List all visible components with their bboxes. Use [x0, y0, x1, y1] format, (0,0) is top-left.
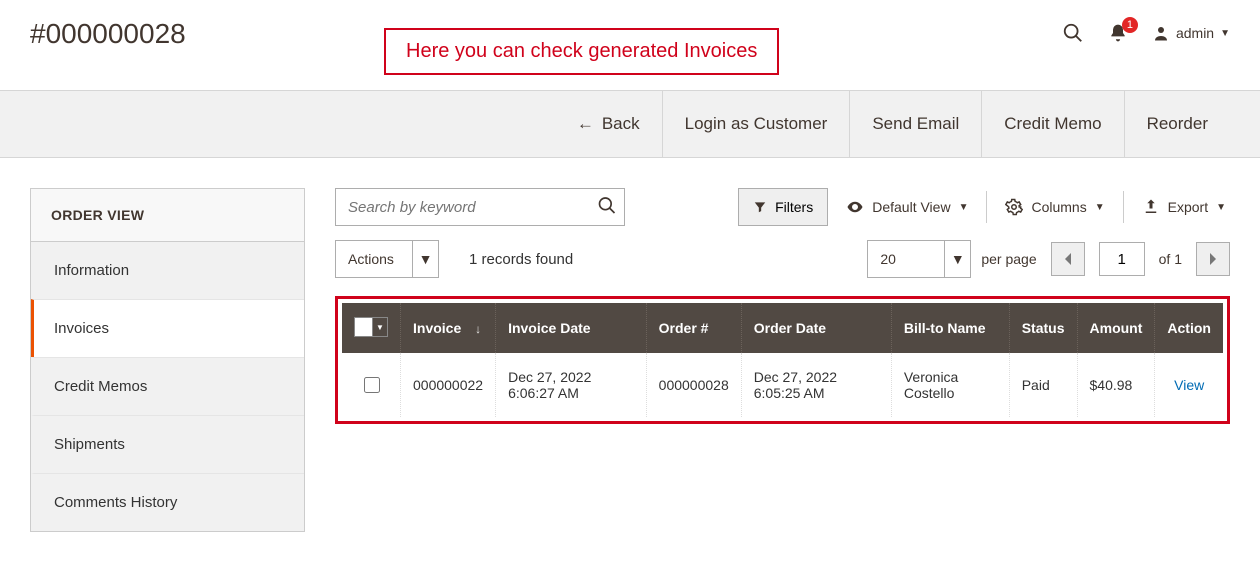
export-label: Export	[1168, 199, 1208, 215]
cell-order-date: Dec 27, 2022 6:05:25 AM	[741, 353, 891, 417]
cell-invoice: 000000022	[401, 353, 496, 417]
sidebar-item-comments-history[interactable]: Comments History	[31, 473, 304, 531]
per-page-label: per page	[981, 251, 1036, 267]
col-order-num[interactable]: Order #	[646, 303, 741, 353]
login-as-customer-button[interactable]: Login as Customer	[662, 91, 850, 157]
arrow-left-icon: ←	[577, 114, 594, 134]
mass-actions-select[interactable]: Actions ▼	[335, 240, 439, 278]
records-found: 1 records found	[469, 251, 573, 268]
pagination-of: of 1	[1159, 251, 1182, 267]
page-input[interactable]	[1099, 242, 1145, 276]
cell-order-num: 000000028	[646, 353, 741, 417]
select-all-checkbox[interactable]	[355, 318, 373, 336]
per-page-control: 20 ▼ per page	[867, 240, 1036, 278]
search-wrap	[335, 188, 625, 226]
chevron-down-icon[interactable]: ▼	[413, 240, 439, 278]
cell-status: Paid	[1009, 353, 1077, 417]
col-status[interactable]: Status	[1009, 303, 1077, 353]
order-actions-bar: ← Back Login as Customer Send Email Cred…	[0, 90, 1260, 158]
table-header-row: ▼ Invoice ↓ Invoice Date Order # Order D…	[342, 303, 1223, 353]
chevron-down-icon: ▼	[1216, 202, 1226, 213]
user-label: admin	[1176, 25, 1214, 41]
chevron-down-icon[interactable]: ▼	[945, 240, 971, 278]
total-pages: 1	[1174, 251, 1182, 267]
invoices-grid: ▼ Invoice ↓ Invoice Date Order # Order D…	[342, 303, 1223, 417]
default-view-label: Default View	[872, 199, 950, 215]
page-header: #000000028 Here you can check generated …	[0, 0, 1260, 90]
export-icon	[1142, 198, 1160, 216]
grid-toolbar-top: Filters Default View ▼ Columns ▼ Export …	[335, 188, 1230, 226]
pagination: of 1	[1051, 242, 1230, 276]
next-page-button[interactable]	[1196, 242, 1230, 276]
eye-icon	[846, 198, 864, 216]
chevron-down-icon: ▼	[1220, 28, 1230, 39]
col-order-date[interactable]: Order Date	[741, 303, 891, 353]
reorder-button[interactable]: Reorder	[1124, 91, 1230, 157]
chevron-right-icon	[1208, 253, 1218, 265]
sidebar-item-credit-memos[interactable]: Credit Memos	[31, 357, 304, 415]
user-menu[interactable]: admin ▼	[1152, 24, 1230, 42]
table-row[interactable]: 000000022 Dec 27, 2022 6:06:27 AM 000000…	[342, 353, 1223, 417]
notifications-icon[interactable]: 1	[1108, 23, 1128, 43]
page-title: #000000028	[30, 18, 186, 50]
chevron-down-icon: ▼	[959, 202, 969, 213]
back-button[interactable]: ← Back	[555, 91, 662, 157]
divider	[986, 191, 987, 223]
divider	[1123, 191, 1124, 223]
view-link[interactable]: View	[1174, 377, 1204, 393]
columns-label: Columns	[1031, 199, 1086, 215]
funnel-icon	[753, 200, 767, 214]
col-invoice[interactable]: Invoice ↓	[401, 303, 496, 353]
row-checkbox-cell	[342, 353, 401, 417]
sidebar-item-information[interactable]: Information	[31, 242, 304, 299]
chevron-left-icon	[1063, 253, 1073, 265]
columns-control[interactable]: Columns ▼	[1001, 188, 1108, 226]
search-submit-icon[interactable]	[597, 196, 617, 219]
col-invoice-date[interactable]: Invoice Date	[496, 303, 647, 353]
cell-invoice-date: Dec 27, 2022 6:06:27 AM	[496, 353, 647, 417]
filters-label: Filters	[775, 199, 813, 215]
sidebar-item-shipments[interactable]: Shipments	[31, 415, 304, 473]
of-label: of	[1159, 251, 1171, 267]
invoices-grid-highlight: ▼ Invoice ↓ Invoice Date Order # Order D…	[335, 296, 1230, 424]
cell-bill-to: Veronica Costello	[891, 353, 1009, 417]
order-view-sidebar: ORDER VIEW Information Invoices Credit M…	[30, 188, 305, 532]
row-checkbox[interactable]	[364, 377, 380, 393]
send-email-button[interactable]: Send Email	[849, 91, 981, 157]
prev-page-button[interactable]	[1051, 242, 1085, 276]
gear-icon	[1005, 198, 1023, 216]
sidebar-item-invoices[interactable]: Invoices	[31, 299, 304, 357]
search-input[interactable]	[335, 188, 625, 226]
sidebar-title: ORDER VIEW	[31, 189, 304, 242]
content: ORDER VIEW Information Invoices Credit M…	[0, 158, 1260, 562]
back-label: Back	[602, 114, 640, 134]
filters-button[interactable]: Filters	[738, 188, 828, 226]
mass-actions-label: Actions	[335, 240, 413, 278]
export-control[interactable]: Export ▼	[1138, 188, 1230, 226]
credit-memo-button[interactable]: Credit Memo	[981, 91, 1123, 157]
search-icon[interactable]	[1062, 22, 1084, 44]
select-all-header[interactable]: ▼	[342, 303, 401, 353]
header-tools: 1 admin ▼	[1062, 22, 1230, 44]
col-amount[interactable]: Amount	[1077, 303, 1155, 353]
cell-action: View	[1155, 353, 1223, 417]
annotation-callout: Here you can check generated Invoices	[384, 28, 779, 75]
user-icon	[1152, 24, 1170, 42]
col-bill-to[interactable]: Bill-to Name	[891, 303, 1009, 353]
sort-arrow-down-icon: ↓	[475, 322, 481, 336]
col-action[interactable]: Action	[1155, 303, 1223, 353]
select-all-dropdown[interactable]: ▼	[373, 318, 387, 336]
col-invoice-label: Invoice	[413, 320, 461, 336]
grid-toolbar-bottom: Actions ▼ 1 records found 20 ▼ per page …	[335, 240, 1230, 278]
page-size-select[interactable]: 20 ▼	[867, 240, 971, 278]
page-size-value: 20	[867, 240, 945, 278]
chevron-down-icon: ▼	[1095, 202, 1105, 213]
main-panel: Filters Default View ▼ Columns ▼ Export …	[335, 188, 1230, 424]
default-view-control[interactable]: Default View ▼	[842, 188, 972, 226]
notification-badge: 1	[1122, 17, 1138, 33]
cell-amount: $40.98	[1077, 353, 1155, 417]
